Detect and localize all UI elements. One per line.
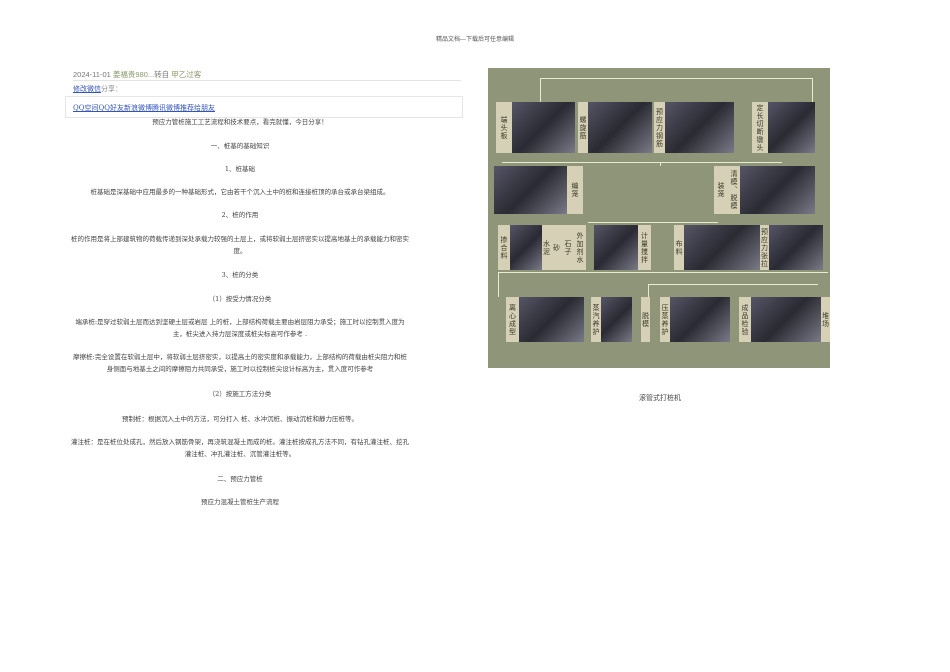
- flow-connector: [588, 222, 718, 223]
- flow-connector: [498, 272, 499, 297]
- process-photo: [670, 297, 730, 342]
- flow-connector: [498, 272, 828, 273]
- process-step-label: 端头板: [496, 102, 512, 153]
- paragraph: 预制桩：根据沉入土中的方法，可分打入 桩、水冲沉桩、振动沉桩和静力压桩等。: [121, 415, 359, 423]
- heading-2-1: 预应力混凝土管桩生产流程: [201, 498, 279, 506]
- post-meta: 2024-11-01 姜福贵980...转自 甲乙过客: [73, 69, 201, 80]
- post-action: 转自: [154, 70, 170, 79]
- process-step-label: 外加剂水: [574, 225, 586, 270]
- paragraph: 桩基础是深基础中应用最多的一种基础形式，它由若干个沉入土中的桩和连接桩顶的承台或…: [90, 188, 390, 196]
- paragraph: 桩的作用是将上部建筑物的荷载传递到深处承载力较强的土层上，或将软弱土层挤密实以提…: [71, 235, 409, 255]
- process-step-label: 成品检验: [739, 297, 751, 342]
- process-photo: [684, 225, 760, 270]
- process-step-label: 清模、脱模: [728, 166, 740, 214]
- process-photo: [768, 102, 815, 153]
- post-author[interactable]: 姜福贵980...: [113, 70, 154, 79]
- process-step-label: 压蒸养护: [660, 297, 670, 342]
- flow-connector: [540, 78, 541, 102]
- flow-connector: [648, 284, 818, 285]
- flow-connector: [648, 284, 649, 297]
- process-step-label: 砂: [551, 225, 562, 270]
- heading-1-3-2: （2）按施工方法分类: [208, 390, 272, 398]
- post-source[interactable]: 甲乙过客: [171, 70, 201, 79]
- process-step-label: 预应力张拉: [760, 225, 769, 270]
- paragraph: 摩擦桩:完全设置在软弱土层中，将软弱土层挤密实，以提高土的密实度和承载能力，上部…: [73, 353, 407, 373]
- process-step-label: 计量搅拌: [638, 225, 651, 270]
- process-step-label: 水泥: [542, 225, 551, 270]
- process-photo: [494, 166, 567, 214]
- paragraph: 灌注桩：是在桩位处成孔，然后放入钢筋骨架，再浇筑混凝土而成的桩。灌注桩按成孔方法…: [71, 438, 409, 458]
- process-photo: [510, 225, 542, 270]
- heading-1-1: 1、桩基础: [224, 165, 256, 173]
- process-step-label: 堆场: [821, 297, 830, 342]
- page-header: 精品文档---下载后可任意编辑: [435, 36, 515, 43]
- process-photo: [769, 225, 823, 270]
- paragraph: 端承桩:是穿过软弱土层而达到坚硬土层或岩层 上的桩，上部结构荷载主要由岩层阻力承…: [75, 318, 405, 338]
- heading-1-2: 2、桩的作用: [221, 211, 259, 219]
- process-photo: [587, 102, 652, 153]
- process-photo: [601, 297, 632, 342]
- share-label: 分享：: [101, 85, 122, 93]
- process-step-label: 装笼: [714, 166, 728, 214]
- divider: [73, 80, 461, 81]
- process-step-label: 离心成型: [506, 297, 519, 342]
- process-photo: [665, 102, 734, 153]
- flow-connector: [502, 162, 782, 163]
- process-step-label: 预应力钢筋: [654, 102, 665, 153]
- edit-wechat-link[interactable]: 修改微信: [73, 85, 101, 93]
- process-step-label: 编笼: [567, 166, 583, 214]
- share-targets-link[interactable]: QQ空间QQ好友新浪微博腾讯微博推荐给朋友: [73, 104, 215, 112]
- process-step-label: 掺合料: [498, 225, 510, 270]
- process-step-label: 定长切断镦头: [752, 102, 768, 153]
- process-photo: [519, 297, 584, 342]
- heading-1-3: 3、桩的分类: [221, 271, 259, 279]
- flow-connector: [540, 78, 812, 79]
- production-flow-figure: 端头板 螺旋筋 预应力钢筋 定长切断镦头编笼 装笼 清模、脱模掺合料 水泥砂石子 外加剂水 计量…: [488, 68, 830, 368]
- post-date: 2024-11-01: [73, 70, 111, 79]
- process-photo: [751, 297, 821, 342]
- process-step-label: 蒸汽养护: [591, 297, 601, 342]
- intro: 预应力管桩施工工艺流程和技术要点，看完就懂，今日分享！: [152, 118, 328, 126]
- heading-1-3-1: （1）按受力情况分类: [208, 295, 272, 303]
- figure-caption: 滚管式打桩机: [639, 394, 681, 402]
- process-step-label: 布料: [674, 225, 684, 270]
- heading-2: 二、预应力管桩: [217, 475, 263, 483]
- flow-connector: [812, 78, 813, 102]
- process-step-label: 螺旋筋: [578, 102, 588, 153]
- heading-1: 一、桩基的基础知识: [210, 142, 270, 150]
- process-step-label: 脱模: [641, 297, 650, 342]
- process-photo: [594, 225, 638, 270]
- share-line: 修改微信分享：: [73, 84, 122, 94]
- process-photo: [512, 102, 575, 153]
- process-photo: [740, 166, 815, 214]
- process-step-label: 石子: [562, 225, 574, 270]
- flow-connector: [660, 162, 661, 166]
